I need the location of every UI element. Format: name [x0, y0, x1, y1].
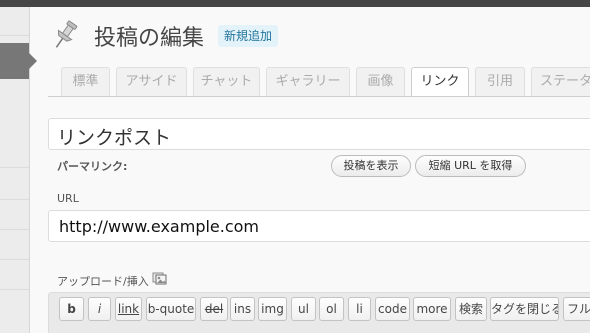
sidebar-divider [0, 289, 29, 290]
qt-bold-button[interactable]: b [59, 297, 84, 321]
sidebar-divider [0, 167, 29, 168]
permalink-label: パーマリンク: [57, 160, 128, 173]
sidebar-divider [0, 229, 29, 230]
qt-fullscreen-button[interactable]: フルスクリーン [563, 297, 590, 321]
qt-italic-button[interactable]: i [88, 297, 111, 321]
add-new-button[interactable]: 新規追加 [218, 25, 279, 47]
tab-image[interactable]: 画像 [356, 67, 405, 96]
tabs-divider [48, 96, 590, 97]
tab-chat[interactable]: チャット [193, 67, 260, 96]
sidebar-active-arrow-icon [29, 53, 37, 69]
qt-close-tags-button[interactable]: タグを閉じる [490, 297, 559, 321]
tab-quote[interactable]: 引用 [475, 67, 525, 96]
qt-ol-button[interactable]: ol [319, 297, 344, 321]
url-label: URL [57, 192, 79, 205]
qt-ins-button[interactable]: ins [230, 297, 255, 321]
page-title: 投稿の編集 [94, 26, 205, 51]
qt-code-button[interactable]: code [375, 297, 410, 321]
qt-ul-button[interactable]: ul [291, 297, 316, 321]
qt-del-button[interactable]: del [200, 297, 228, 321]
sidebar-item-posts[interactable] [0, 43, 29, 79]
tab-status[interactable]: ステータス [531, 67, 590, 96]
qt-li-button[interactable]: li [348, 297, 371, 321]
qt-img-button[interactable]: img [258, 297, 287, 321]
qt-more-button[interactable]: more [413, 297, 451, 321]
tab-link[interactable]: リンク [411, 67, 469, 97]
sidebar-divider [0, 35, 29, 36]
admin-bar [0, 0, 590, 7]
tab-gallery[interactable]: ギャラリー [266, 67, 350, 96]
pushpin-icon [55, 20, 78, 48]
get-shortlink-button[interactable]: 短縮 URL を取得 [415, 155, 526, 177]
media-icon[interactable] [152, 271, 168, 285]
sidebar-divider [0, 199, 29, 200]
qt-link-button[interactable]: link [115, 297, 142, 321]
qt-blockquote-button[interactable]: b-quote [146, 297, 196, 321]
upload-insert-label: アップロード/挿入 [57, 275, 149, 288]
sidebar-divider [0, 259, 29, 260]
post-title-input[interactable]: リンクポスト [48, 118, 590, 150]
tab-standard[interactable]: 標準 [61, 67, 110, 96]
admin-sidebar [0, 7, 37, 333]
qt-lookup-button[interactable]: 検索 [455, 297, 487, 321]
view-post-button[interactable]: 投稿を表示 [331, 155, 411, 177]
tab-aside[interactable]: アサイド [116, 67, 187, 96]
url-input[interactable]: http://www.example.com [48, 210, 590, 242]
